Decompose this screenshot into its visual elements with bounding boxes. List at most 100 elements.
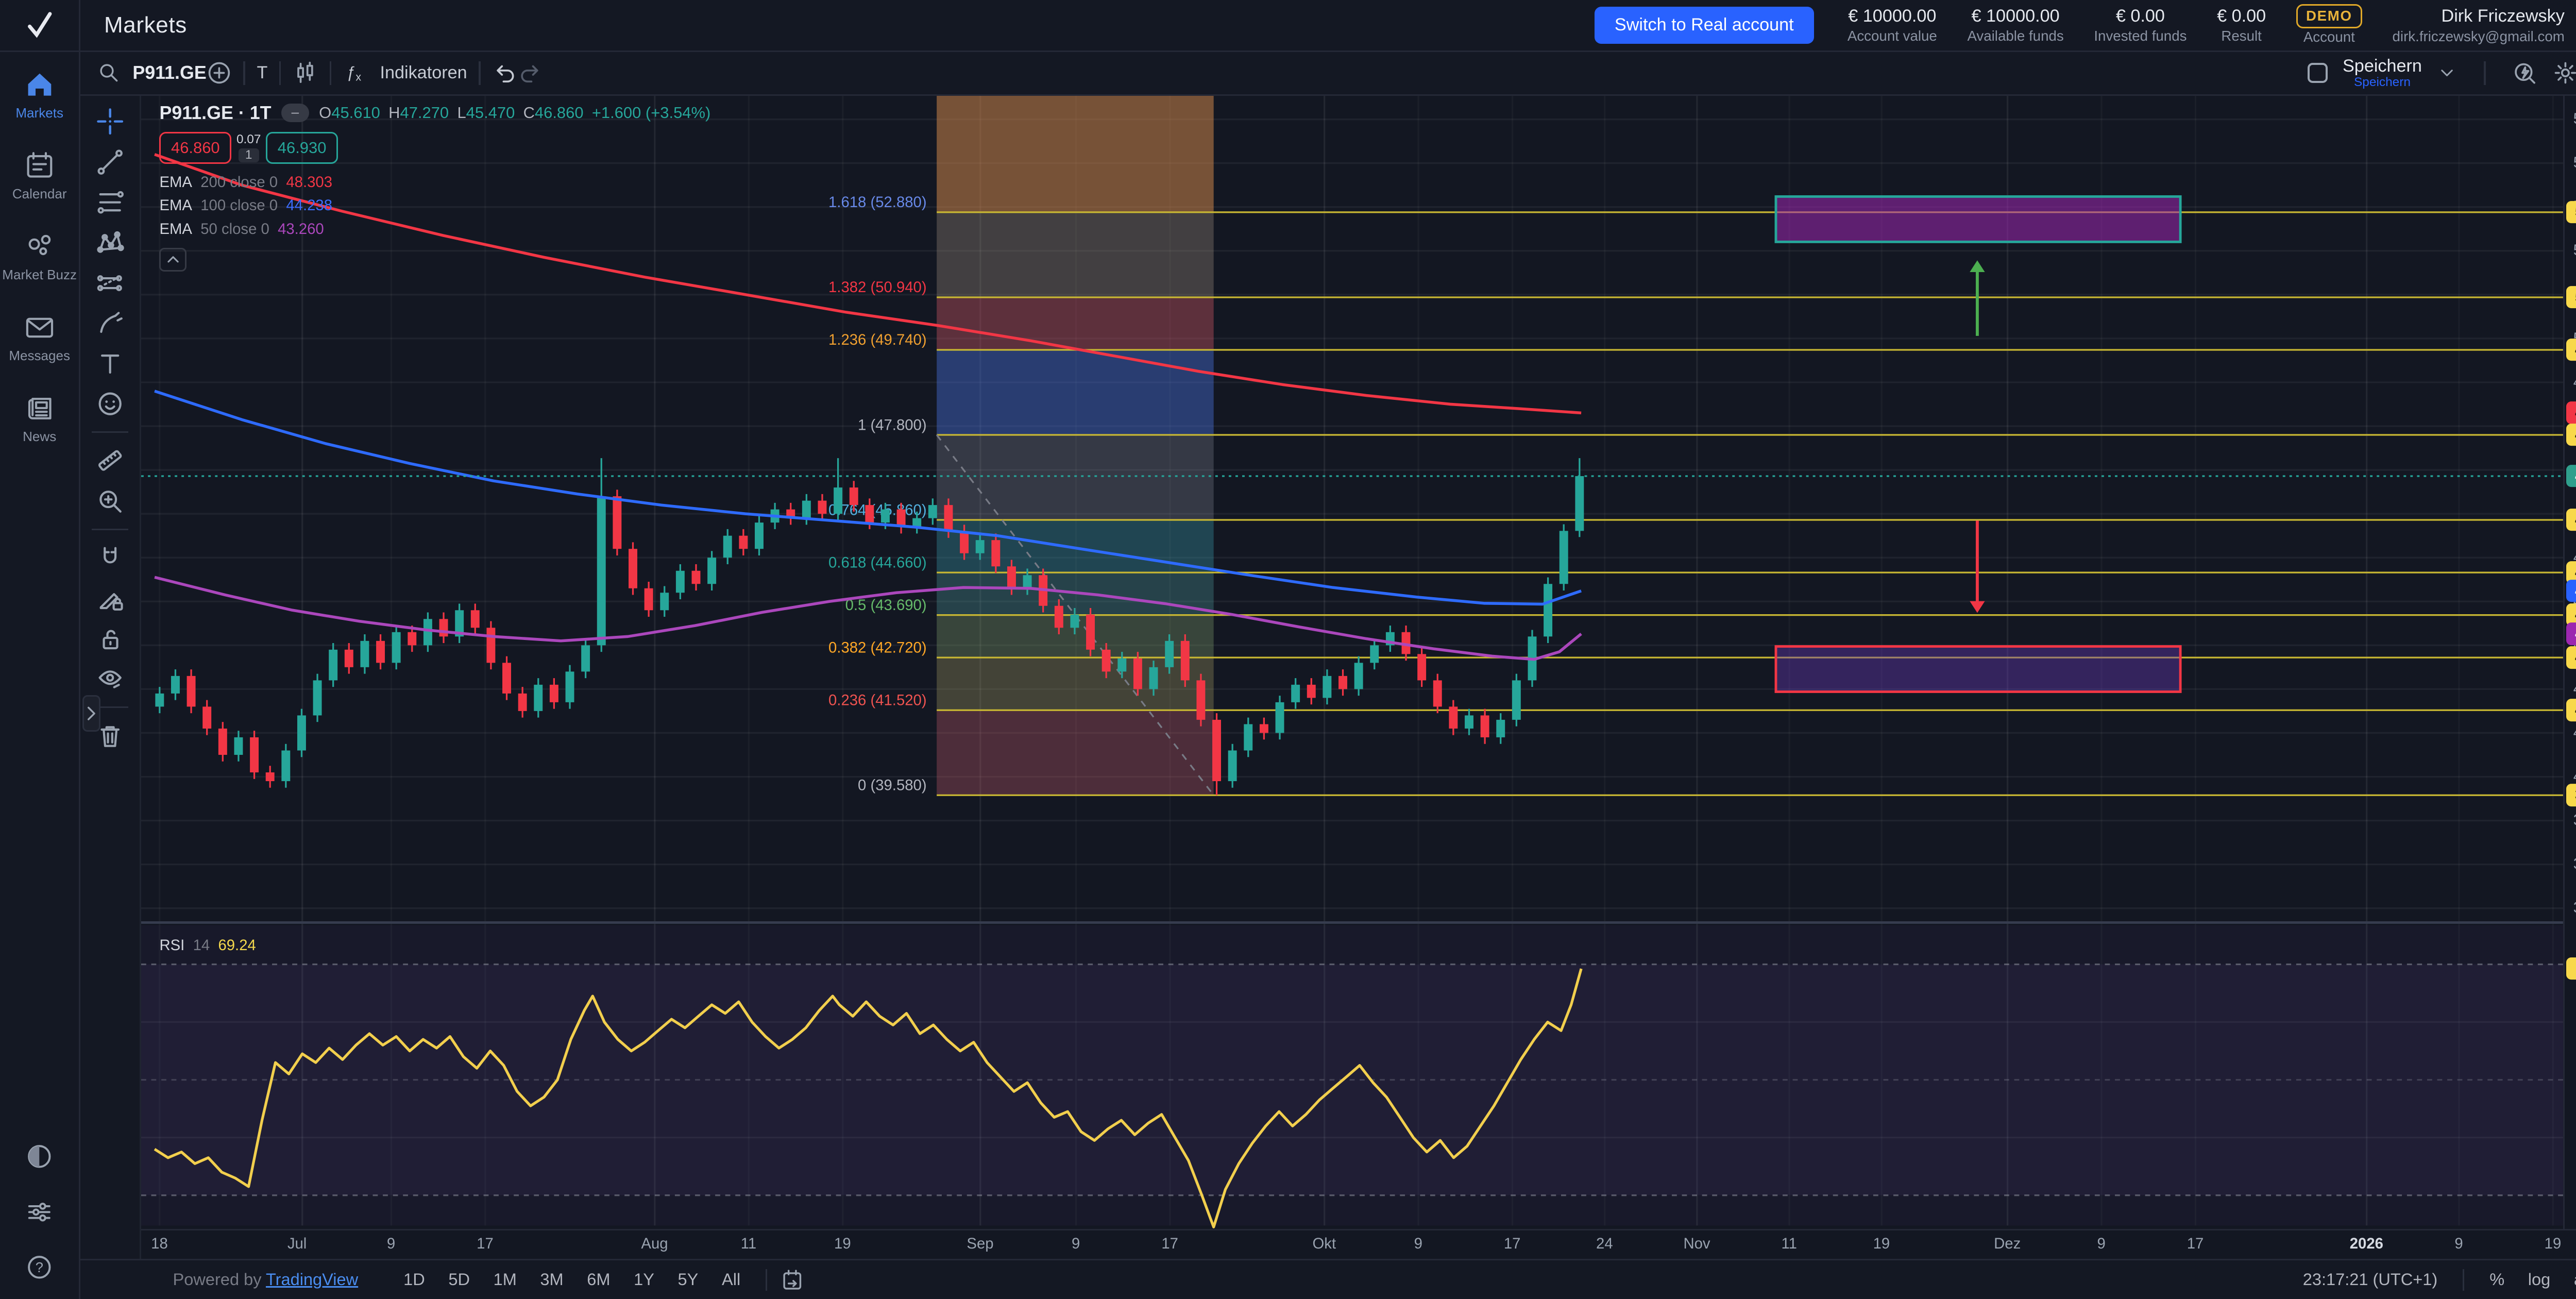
rsi-legend[interactable]: RSI 14 69.24 xyxy=(159,937,256,954)
save-button[interactable]: Speichern Speichern xyxy=(2343,57,2422,89)
log-scale-button[interactable]: log xyxy=(2516,1270,2562,1289)
theme-contrast-icon[interactable] xyxy=(24,1141,55,1172)
buy-button[interactable]: 46.930 xyxy=(266,132,338,164)
drawing-mode-lock-icon[interactable] xyxy=(96,584,124,612)
candle xyxy=(1101,650,1110,672)
range-button-6m[interactable]: 6M xyxy=(575,1270,622,1289)
help-icon[interactable]: ? xyxy=(24,1252,55,1283)
measure-ruler-tool-icon[interactable] xyxy=(96,446,124,475)
range-button-1d[interactable]: 1D xyxy=(392,1270,436,1289)
candle xyxy=(376,640,385,663)
gear-icon[interactable] xyxy=(2553,60,2576,86)
drawbar-collapse-handle[interactable] xyxy=(82,695,101,732)
page-title: Markets xyxy=(104,12,187,38)
indicator-row[interactable]: EMA200 close 048.303 xyxy=(159,174,710,191)
zoom-in-tool-icon[interactable] xyxy=(96,487,124,515)
fib-retracement-tool-icon[interactable] xyxy=(96,188,124,216)
alert-icon[interactable] xyxy=(2513,60,2538,86)
indicators-button[interactable]: ƒx Indikatoren xyxy=(343,60,467,86)
percent-scale-button[interactable]: % xyxy=(2478,1270,2516,1289)
candle xyxy=(1323,676,1331,698)
chart-checkbox[interactable] xyxy=(2308,63,2328,83)
candle xyxy=(187,676,195,707)
magnet-tool-icon[interactable] xyxy=(96,544,124,572)
candle xyxy=(1228,750,1236,781)
sell-button[interactable]: 46.860 xyxy=(159,132,231,164)
candle xyxy=(408,632,416,645)
sidebar-item-news[interactable]: News xyxy=(1,393,78,445)
settings-sliders-icon[interactable] xyxy=(24,1197,55,1227)
price-label-chip: 43.260 xyxy=(2566,622,2576,645)
time-tick: 9 xyxy=(387,1235,395,1253)
tradingview-link[interactable]: TradingView xyxy=(266,1270,358,1289)
app-logo[interactable] xyxy=(0,0,80,51)
user-info[interactable]: Dirk Friczewsky dirk.friczewsky@gmail.co… xyxy=(2393,5,2565,46)
range-button-all[interactable]: All xyxy=(710,1270,752,1289)
svg-text:0 (39.580): 0 (39.580) xyxy=(858,777,927,794)
candle xyxy=(234,737,243,755)
legend-collapse-pill[interactable]: – xyxy=(281,104,309,122)
candle xyxy=(928,505,937,518)
trend-line-tool-icon[interactable] xyxy=(96,148,124,176)
candle xyxy=(1559,531,1568,584)
svg-text:1 (47.800): 1 (47.800) xyxy=(858,416,927,433)
range-button-3m[interactable]: 3M xyxy=(529,1270,575,1289)
range-button-1m[interactable]: 1M xyxy=(482,1270,529,1289)
search-icon xyxy=(97,61,121,85)
svg-text:0.236 (41.520): 0.236 (41.520) xyxy=(828,691,927,708)
go-to-date-icon[interactable] xyxy=(781,1268,804,1292)
time-tick: 9 xyxy=(2097,1235,2105,1253)
time-tick: 19 xyxy=(834,1235,851,1253)
home-icon xyxy=(24,69,56,101)
candle xyxy=(1544,584,1552,636)
range-button-5y[interactable]: 5Y xyxy=(666,1270,710,1289)
candle xyxy=(1354,663,1363,689)
candle xyxy=(486,628,495,663)
indicator-row[interactable]: EMA100 close 044.238 xyxy=(159,197,710,214)
chevron-down-icon[interactable] xyxy=(2437,63,2457,83)
range-button-5d[interactable]: 5D xyxy=(437,1270,482,1289)
upper-target-box xyxy=(1776,196,2180,242)
candle xyxy=(265,772,274,781)
sidebar-item-market-buzz[interactable]: Market Buzz xyxy=(1,231,78,283)
symbol-search[interactable]: P911.GE xyxy=(97,61,207,85)
candle xyxy=(881,509,890,522)
svg-text:1.236 (49.740): 1.236 (49.740) xyxy=(828,331,927,348)
sidebar-item-calendar[interactable]: Calendar xyxy=(1,150,78,203)
main-sidebar: Markets Calendar Market Buzz Messages Ne… xyxy=(0,52,80,1299)
indicator-legend-rows: EMA200 close 048.303 EMA100 close 044.238… xyxy=(159,174,710,238)
candle-style-icon[interactable] xyxy=(293,60,318,86)
clock-label[interactable]: 23:17:21 (UTC+1) xyxy=(2291,1270,2449,1289)
legend-symbol-interval[interactable]: P911.GE · 1T xyxy=(159,103,271,124)
legend-collapse-button[interactable] xyxy=(159,248,186,272)
range-buttons: 1D5D1M3M6M1Y5YAll xyxy=(392,1270,752,1289)
lock-all-icon[interactable] xyxy=(96,625,124,653)
price-label-chip: 41.520 xyxy=(2566,699,2576,721)
interval-button[interactable]: T xyxy=(257,63,267,83)
price-axis[interactable]: 55.00054.00053.00052.00051.00050.00049.0… xyxy=(2563,96,2576,1229)
pattern-tool-icon[interactable] xyxy=(96,228,124,257)
crosshair-tool-icon[interactable] xyxy=(96,107,124,136)
emoji-tool-icon[interactable] xyxy=(96,390,124,418)
quantity-value[interactable]: 1 xyxy=(239,148,259,162)
sidebar-item-markets[interactable]: Markets xyxy=(1,69,78,122)
candle xyxy=(676,570,685,593)
candle xyxy=(1180,640,1189,680)
sidebar-item-messages[interactable]: Messages xyxy=(1,312,78,364)
text-tool-icon[interactable] xyxy=(96,349,124,378)
compare-plus-icon[interactable] xyxy=(207,60,232,86)
auto-scale-button[interactable]: auto xyxy=(2562,1270,2576,1289)
time-axis[interactable]: 18Jul917Aug1119Sep917Okt91724Nov1119Dez9… xyxy=(141,1229,2576,1259)
switch-to-real-account-button[interactable]: Switch to Real account xyxy=(1595,7,1814,44)
candle xyxy=(865,505,874,522)
candle xyxy=(1212,720,1221,781)
indicator-row[interactable]: EMA50 close 043.260 xyxy=(159,221,710,238)
brush-tool-icon[interactable] xyxy=(96,309,124,337)
candle xyxy=(297,715,306,750)
hide-drawings-eye-icon[interactable] xyxy=(96,665,124,693)
candle xyxy=(739,535,748,549)
range-button-1y[interactable]: 1Y xyxy=(622,1270,666,1289)
redo-icon[interactable] xyxy=(517,60,543,86)
projection-tool-icon[interactable] xyxy=(96,268,124,297)
undo-icon[interactable] xyxy=(493,60,518,86)
